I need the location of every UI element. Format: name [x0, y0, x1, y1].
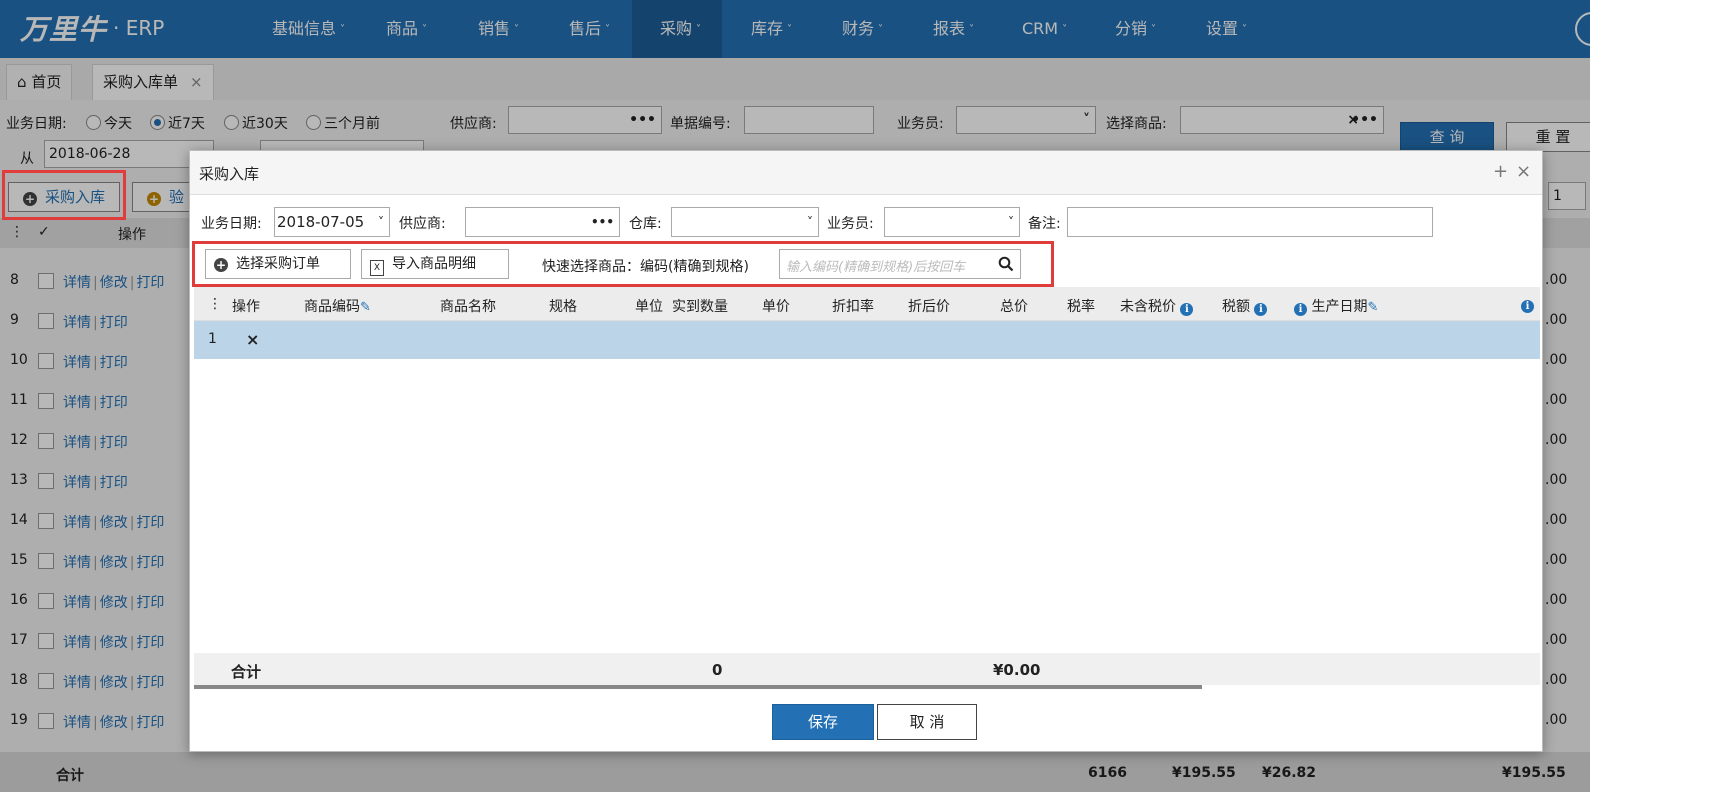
table-row[interactable]: 1 ×	[194, 321, 1540, 359]
chevron-down-icon: ˅	[378, 215, 384, 229]
edit-pencil-icon: ✎	[1367, 300, 1379, 315]
more-icon[interactable]: •••	[591, 208, 614, 236]
remark-input[interactable]	[1067, 207, 1433, 237]
header-label: 商品编码	[304, 299, 360, 315]
header-label: 税额	[1222, 299, 1250, 315]
save-button[interactable]: 保存	[772, 704, 874, 740]
warehouse-label: 仓库:	[629, 216, 662, 232]
column-header-received-qty: 实到数量	[672, 299, 728, 315]
info-icon[interactable]: i	[1521, 300, 1534, 313]
chevron-down-icon: ˅	[1008, 215, 1014, 229]
purchase-in-dialog: 采购入库 + × 业务日期: 2018-07-05 ˅ 供应商: ••• 仓库: …	[189, 150, 1543, 752]
info-icon[interactable]: i	[1180, 303, 1194, 316]
highlight-purchase-in-button	[2, 170, 126, 220]
plus-circle-icon: +	[214, 258, 228, 272]
column-header-tax-amount: 税额 i	[1222, 296, 1268, 316]
row-number: 1	[208, 331, 217, 347]
column-header-code: 商品编码✎	[304, 296, 371, 316]
column-header-more: i	[1521, 296, 1534, 313]
supplier-input[interactable]: •••	[465, 207, 620, 237]
column-header-unit-price: 单价	[762, 299, 790, 315]
dialog-title: 采购入库	[199, 165, 260, 183]
column-header-tax-rate: 税率	[1067, 299, 1095, 315]
column-header-name: 商品名称	[440, 299, 496, 315]
maximize-icon[interactable]: +	[1493, 161, 1508, 182]
horizontal-scrollbar[interactable]	[194, 685, 1202, 689]
header-label: 生产日期	[1311, 299, 1368, 315]
chevron-down-icon: ˅	[807, 215, 813, 229]
column-header-discounted-price: 折后价	[908, 299, 950, 315]
search-icon[interactable]	[998, 256, 1014, 272]
column-header-operation: 操作	[232, 299, 260, 315]
quick-select-placeholder: 输入编码(精确到规格)后按回车	[786, 260, 966, 275]
detail-total-row: 合计 0 ¥0.00	[194, 653, 1540, 685]
column-header-discount-rate: 折扣率	[832, 299, 874, 315]
header-label: 未含税价	[1120, 299, 1176, 315]
detail-table-header: ⋮ 操作 商品编码✎ 商品名称 规格 单位 实到数量 单价 折扣率 折后价 总价…	[194, 287, 1540, 321]
dialog-header: 采购入库 + ×	[190, 151, 1542, 195]
quick-select-input[interactable]: 输入编码(精确到规格)后按回车	[779, 249, 1021, 279]
biz-date-value: 2018-07-05	[277, 213, 365, 231]
column-header-spec: 规格	[549, 299, 577, 315]
select-po-button[interactable]: + 选择采购订单	[205, 249, 351, 279]
column-header-unit: 单位	[635, 299, 663, 315]
salesman-select[interactable]: ˅	[884, 207, 1020, 237]
quick-select-label: 快速选择商品：编码(精确到规格)	[542, 259, 749, 275]
total-qty: 0	[712, 661, 723, 679]
button-label: 选择采购订单	[236, 256, 320, 272]
biz-date-select[interactable]: 2018-07-05 ˅	[274, 207, 390, 237]
remark-label: 备注:	[1028, 216, 1061, 232]
excel-file-icon: X	[370, 260, 384, 276]
total-amount: ¥0.00	[993, 661, 1041, 679]
import-goods-button[interactable]: X 导入商品明细	[361, 249, 509, 279]
close-icon[interactable]: ×	[1516, 161, 1531, 182]
biz-date-label: 业务日期:	[201, 216, 262, 232]
column-menu-icon[interactable]: ⋮	[208, 296, 222, 312]
info-icon[interactable]: i	[1254, 303, 1268, 316]
salesman-label: 业务员:	[827, 216, 874, 232]
total-label: 合计	[231, 663, 262, 681]
warehouse-select[interactable]: ˅	[671, 207, 819, 237]
button-label: 导入商品明细	[392, 256, 476, 272]
info-icon[interactable]: i	[1294, 303, 1307, 316]
supplier-label: 供应商:	[399, 216, 446, 232]
app-window: 万里牛 · ERP 基础信息 ˅ 商品 ˅ 销售 ˅ 售后 ˅ 采购 ˅ 库存 ˅ 财务 ˅ …	[0, 0, 1590, 792]
edit-pencil-icon: ✎	[360, 300, 371, 315]
delete-row-icon[interactable]: ×	[246, 330, 259, 349]
cancel-button[interactable]: 取 消	[877, 704, 977, 740]
column-header-total-price: 总价	[1000, 299, 1028, 315]
column-header-pretax-price: 未含税价 i	[1120, 296, 1194, 316]
column-header-production-date: i 生产日期✎	[1294, 296, 1378, 316]
